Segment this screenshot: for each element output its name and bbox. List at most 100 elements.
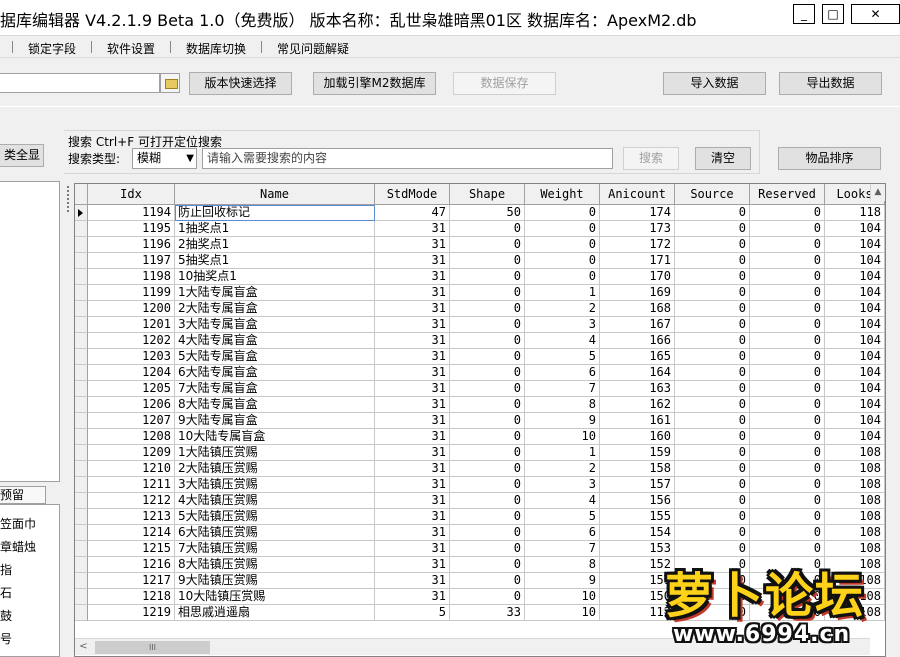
- cell-anicount[interactable]: 166: [600, 333, 675, 349]
- table-row[interactable]: 1203 5大陆专属盲盒 31 0 5 165 0 0 104: [75, 349, 885, 365]
- row-selector[interactable]: [75, 333, 88, 349]
- cell-idx[interactable]: 1207: [88, 413, 175, 429]
- cell-name[interactable]: 4大陆专属盲盒: [175, 333, 375, 349]
- cell-idx[interactable]: 1210: [88, 461, 175, 477]
- row-selector[interactable]: [75, 477, 88, 493]
- cell-shape[interactable]: 0: [450, 253, 525, 269]
- db-path-input[interactable]: [0, 73, 160, 93]
- cell-idx[interactable]: 1208: [88, 429, 175, 445]
- cell-stdmode[interactable]: 31: [375, 541, 450, 557]
- cell-source[interactable]: 0: [675, 477, 750, 493]
- cell-looks[interactable]: 108: [825, 493, 885, 509]
- cell-looks[interactable]: 108: [825, 509, 885, 525]
- cell-looks[interactable]: 108: [825, 525, 885, 541]
- cell-source[interactable]: 0: [675, 205, 750, 221]
- list-item[interactable]: 石: [0, 584, 12, 601]
- cell-idx[interactable]: 1196: [88, 237, 175, 253]
- cell-reserved[interactable]: 0: [750, 317, 825, 333]
- column-header-idx[interactable]: Idx: [88, 184, 175, 205]
- cell-name[interactable]: 3大陆专属盲盒: [175, 317, 375, 333]
- cell-anicount[interactable]: 156: [600, 493, 675, 509]
- cell-looks[interactable]: 104: [825, 317, 885, 333]
- table-row[interactable]: 1214 6大陆镇压赏赐 31 0 6 154 0 0 108: [75, 525, 885, 541]
- cell-weight[interactable]: 8: [525, 557, 600, 573]
- item-sort-button[interactable]: 物品排序: [778, 147, 881, 170]
- list-item[interactable]: 笠面巾: [0, 515, 36, 532]
- cell-anicount[interactable]: 159: [600, 445, 675, 461]
- cell-weight[interactable]: 0: [525, 237, 600, 253]
- cell-anicount[interactable]: 157: [600, 477, 675, 493]
- cell-idx[interactable]: 1213: [88, 509, 175, 525]
- cell-anicount[interactable]: 167: [600, 317, 675, 333]
- tab-reserved[interactable]: 预留: [0, 486, 46, 504]
- cell-stdmode[interactable]: 31: [375, 445, 450, 461]
- search-input[interactable]: 请输入需要搜索的内容: [202, 148, 613, 169]
- column-header-weight[interactable]: Weight: [525, 184, 600, 205]
- cell-source[interactable]: 0: [675, 413, 750, 429]
- cell-name[interactable]: 1大陆镇压赏赐: [175, 445, 375, 461]
- cell-weight[interactable]: 0: [525, 205, 600, 221]
- cell-stdmode[interactable]: 31: [375, 237, 450, 253]
- cell-source[interactable]: 0: [675, 253, 750, 269]
- cell-stdmode[interactable]: 31: [375, 269, 450, 285]
- cell-weight[interactable]: 1: [525, 285, 600, 301]
- cell-idx[interactable]: 1202: [88, 333, 175, 349]
- cell-reserved[interactable]: 0: [750, 477, 825, 493]
- cell-anicount[interactable]: 171: [600, 253, 675, 269]
- cell-idx[interactable]: 1219: [88, 605, 175, 621]
- cell-looks[interactable]: 104: [825, 413, 885, 429]
- cell-reserved[interactable]: 0: [750, 349, 825, 365]
- cell-name[interactable]: 6大陆专属盲盒: [175, 365, 375, 381]
- cell-weight[interactable]: 8: [525, 397, 600, 413]
- save-data-button[interactable]: 数据保存: [453, 72, 556, 95]
- cell-stdmode[interactable]: 31: [375, 477, 450, 493]
- cell-source[interactable]: 0: [675, 285, 750, 301]
- cell-idx[interactable]: 1211: [88, 477, 175, 493]
- table-row[interactable]: 1208 10大陆专属盲盒 31 0 10 160 0 0 104: [75, 429, 885, 445]
- cell-anicount[interactable]: 162: [600, 397, 675, 413]
- cell-source[interactable]: 0: [675, 461, 750, 477]
- cell-anicount[interactable]: 169: [600, 285, 675, 301]
- cell-reserved[interactable]: 0: [750, 285, 825, 301]
- table-row[interactable]: 1212 4大陆镇压赏赐 31 0 4 156 0 0 108: [75, 493, 885, 509]
- cell-source[interactable]: 0: [675, 509, 750, 525]
- cell-source[interactable]: 0: [675, 397, 750, 413]
- search-button[interactable]: 搜索: [623, 147, 679, 170]
- cell-name[interactable]: 1抽奖点1: [175, 221, 375, 237]
- cell-idx[interactable]: 1214: [88, 525, 175, 541]
- cell-stdmode[interactable]: 31: [375, 365, 450, 381]
- table-row[interactable]: 1209 1大陆镇压赏赐 31 0 1 159 0 0 108: [75, 445, 885, 461]
- table-row[interactable]: 1207 9大陆专属盲盒 31 0 9 161 0 0 104: [75, 413, 885, 429]
- maximize-button[interactable]: □: [822, 4, 844, 24]
- cell-reserved[interactable]: 0: [750, 397, 825, 413]
- cell-looks[interactable]: 104: [825, 285, 885, 301]
- row-selector[interactable]: [75, 525, 88, 541]
- cell-idx[interactable]: 1194: [88, 205, 175, 221]
- cell-weight[interactable]: 5: [525, 349, 600, 365]
- row-selector[interactable]: [75, 605, 88, 621]
- cell-anicount[interactable]: 165: [600, 349, 675, 365]
- cell-idx[interactable]: 1215: [88, 541, 175, 557]
- cell-name[interactable]: 4大陆镇压赏赐: [175, 493, 375, 509]
- cell-reserved[interactable]: 0: [750, 253, 825, 269]
- cell-reserved[interactable]: 0: [750, 205, 825, 221]
- row-selector[interactable]: [75, 541, 88, 557]
- cell-idx[interactable]: 1201: [88, 317, 175, 333]
- list-item[interactable]: 鼓: [0, 607, 12, 624]
- cell-weight[interactable]: 0: [525, 221, 600, 237]
- row-selector[interactable]: [75, 461, 88, 477]
- row-selector[interactable]: [75, 429, 88, 445]
- scrollbar-thumb[interactable]: III: [95, 641, 210, 654]
- table-row[interactable]: 1213 5大陆镇压赏赐 31 0 5 155 0 0 108: [75, 509, 885, 525]
- column-header-stdmode[interactable]: StdMode: [375, 184, 450, 205]
- cell-source[interactable]: 0: [675, 525, 750, 541]
- cell-looks[interactable]: 104: [825, 429, 885, 445]
- cell-source[interactable]: 0: [675, 221, 750, 237]
- cell-stdmode[interactable]: 31: [375, 253, 450, 269]
- cell-idx[interactable]: 1197: [88, 253, 175, 269]
- row-selector[interactable]: [75, 349, 88, 365]
- menu-faq[interactable]: 常见问题解疑: [277, 40, 349, 57]
- cell-anicount[interactable]: 173: [600, 221, 675, 237]
- cell-source[interactable]: 0: [675, 301, 750, 317]
- cell-anicount[interactable]: 160: [600, 429, 675, 445]
